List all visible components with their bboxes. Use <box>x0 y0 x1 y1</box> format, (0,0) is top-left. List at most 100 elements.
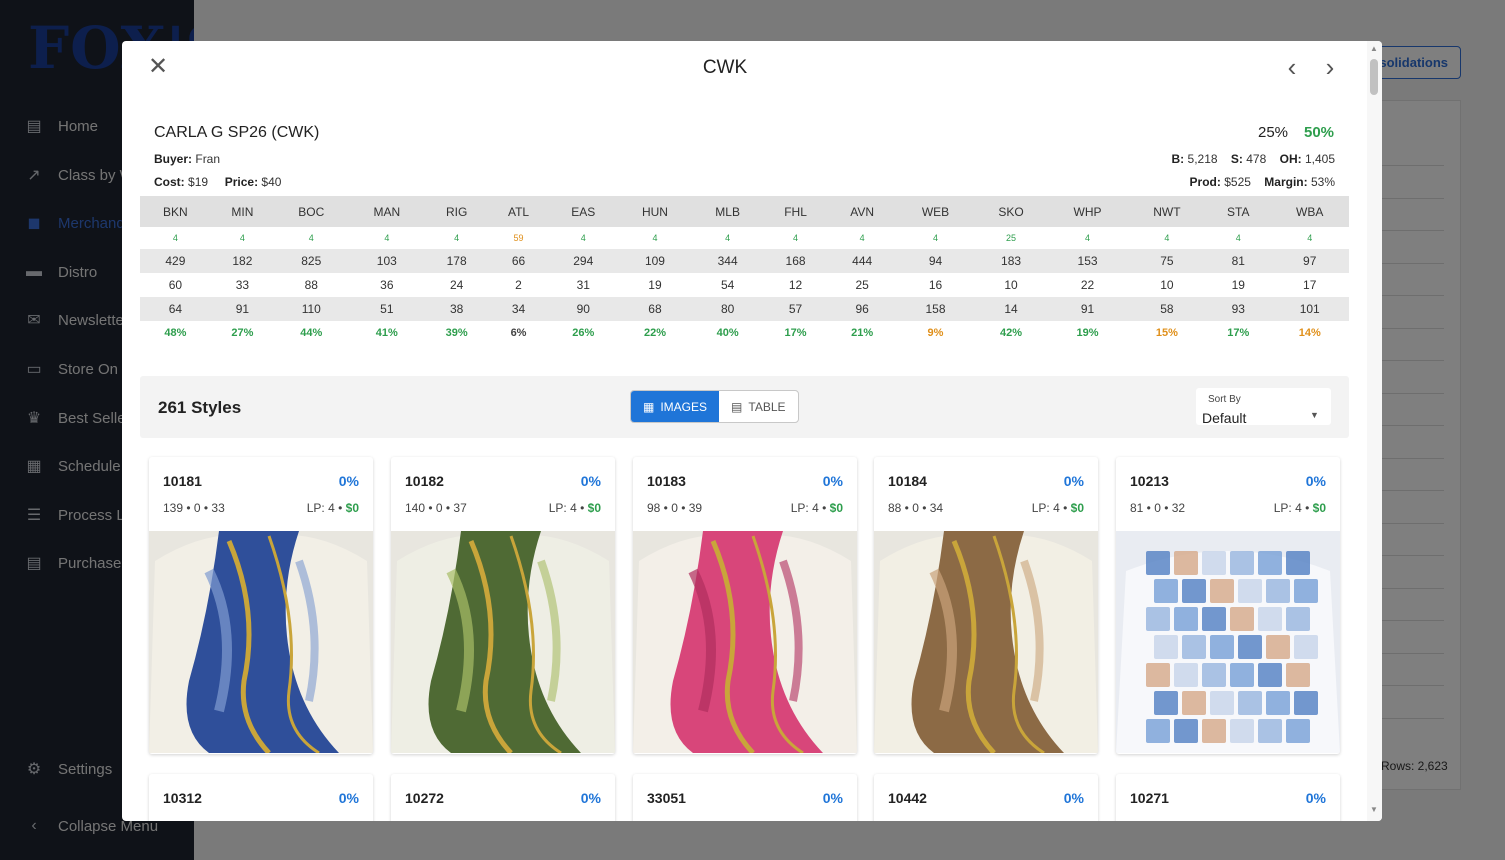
s-label: S: <box>1230 152 1243 166</box>
row3-cell: 91 <box>1047 297 1128 321</box>
headers-cell: BOC <box>273 196 349 227</box>
product-image[interactable] <box>149 531 373 753</box>
style-id: 10184 <box>888 473 927 489</box>
mini-cell: 4 <box>308 233 314 243</box>
lp-price: $0 <box>1070 501 1084 515</box>
headers-cell: WBA <box>1270 196 1349 227</box>
chevron-right-icon[interactable]: › <box>1317 53 1343 83</box>
scrollbar[interactable] <box>1367 41 1382 821</box>
style-id: 10272 <box>405 790 444 806</box>
prod-value: $525 <box>1224 175 1251 189</box>
lp-price: $0 <box>829 501 843 515</box>
headers-cell: NWT <box>1127 196 1207 227</box>
row1-cell: 182 <box>210 249 274 273</box>
style-stats: 139 • 0 • 33 <box>163 501 225 515</box>
row1-cell: 294 <box>548 249 618 273</box>
margin-label: Margin: <box>1264 175 1308 189</box>
row2-cell: 54 <box>692 273 764 297</box>
lp-label: LP: 4 • <box>306 501 343 515</box>
pct-cell: 42% <box>1000 327 1023 339</box>
style-card[interactable]: 10271 0% <box>1116 774 1340 821</box>
row1-cell: 103 <box>348 249 426 273</box>
scroll-down-icon[interactable]: ▼ <box>1369 805 1379 814</box>
pct-cell: 26% <box>572 327 595 339</box>
row2-cell: 36 <box>348 273 426 297</box>
headers-cell: WEB <box>896 196 975 227</box>
style-lp: LP: 4 • $0 <box>1032 501 1084 515</box>
pct-cell: 15% <box>1155 327 1178 339</box>
prod-label: Prod: <box>1189 175 1221 189</box>
row2-cell: 10 <box>1127 273 1207 297</box>
style-pct: 0% <box>1063 790 1084 806</box>
row3-cell: 101 <box>1270 297 1349 321</box>
pct-cell: 48% <box>164 327 187 339</box>
chevron-left-icon[interactable]: ‹ <box>1279 53 1305 83</box>
images-label: IMAGES <box>660 399 708 414</box>
sort-select[interactable]: Sort By Default ▼ <box>1196 388 1331 426</box>
row1-cell: 444 <box>828 249 897 273</box>
pct-cell: 19% <box>1076 327 1099 339</box>
mini-cell: 4 <box>172 233 178 243</box>
style-card[interactable]: 10184 0% 88 • 0 • 34 LP: 4 • $0 <box>874 457 1098 754</box>
style-id: 10312 <box>163 790 202 806</box>
headers-cell: WHP <box>1047 196 1128 227</box>
mini-cell: 4 <box>933 233 939 243</box>
mini-cell: 4 <box>1235 233 1241 243</box>
row2-cell: 31 <box>548 273 618 297</box>
row1-cell: 168 <box>763 249 829 273</box>
style-card[interactable]: 33051 0% <box>633 774 857 821</box>
lp-label: LP: 4 • <box>790 501 827 515</box>
lp-price: $0 <box>587 501 601 515</box>
view-toggle: ▦ IMAGES ▤ TABLE <box>630 390 799 423</box>
product-image[interactable] <box>874 531 1098 753</box>
style-card[interactable]: 10272 0% <box>391 774 615 821</box>
style-pct: 0% <box>822 790 843 806</box>
style-card[interactable]: 10181 0% 139 • 0 • 33 LP: 4 • $0 <box>149 457 373 754</box>
sell-through-pct: 25% <box>1258 124 1289 141</box>
style-card[interactable]: 10182 0% 140 • 0 • 37 LP: 4 • $0 <box>391 457 615 754</box>
product-image[interactable] <box>391 531 615 753</box>
style-id: 10182 <box>405 473 444 489</box>
lp-price: $0 <box>1312 501 1326 515</box>
scroll-up-icon[interactable]: ▲ <box>1369 44 1379 53</box>
style-pct: 0% <box>1063 473 1084 489</box>
product-image[interactable] <box>633 531 857 753</box>
table-view-button[interactable]: ▤ TABLE <box>719 391 797 422</box>
style-card[interactable]: 10183 0% 98 • 0 • 39 LP: 4 • $0 <box>633 457 857 754</box>
row3-cell: 91 <box>210 297 274 321</box>
store-table: BKN MIN BOC MAN RIG ATL EAS HUN MLB FHL AVN WEB SKO W… <box>140 196 1349 345</box>
cost-price-line: Cost: $19 Price: $40 <box>154 175 281 189</box>
row2-cell: 60 <box>140 273 211 297</box>
row3-cell: 80 <box>692 297 764 321</box>
style-card[interactable]: 10312 0% <box>149 774 373 821</box>
scrollbar-thumb[interactable] <box>1370 59 1378 95</box>
style-id: 33051 <box>647 790 686 806</box>
b-label: B: <box>1171 152 1185 166</box>
pct-cell: 27% <box>231 327 254 339</box>
mini-cell: 4 <box>793 233 799 243</box>
oh-label: OH: <box>1279 152 1302 166</box>
row3-cell: 64 <box>140 297 211 321</box>
style-modal: ✕ CWK ‹ › ▲ ▼ CARLA G SP26 (CWK) Buyer: … <box>122 41 1382 821</box>
lp-price: $0 <box>345 501 359 515</box>
pct-cell: 40% <box>716 327 739 339</box>
row3-cell: 158 <box>896 297 975 321</box>
row1-cell: 344 <box>692 249 764 273</box>
buyer-line: Buyer: Fran <box>154 152 220 166</box>
row1-cell: 178 <box>425 249 489 273</box>
headers-cell: MIN <box>210 196 274 227</box>
row3-cell: 51 <box>348 297 426 321</box>
style-card[interactable]: 10442 0% <box>874 774 1098 821</box>
sort-value: Default <box>1202 410 1247 426</box>
style-stats: 140 • 0 • 37 <box>405 501 467 515</box>
product-image[interactable] <box>1116 531 1340 753</box>
style-card[interactable]: 10213 0% 81 • 0 • 32 LP: 4 • $0 <box>1116 457 1340 754</box>
style-lp: LP: 4 • $0 <box>1274 501 1326 515</box>
images-view-button[interactable]: ▦ IMAGES <box>631 391 720 422</box>
row1-cell: 66 <box>488 249 549 273</box>
headers-cell: FHL <box>763 196 829 227</box>
row2-cell: 24 <box>425 273 489 297</box>
style-stats: 81 • 0 • 32 <box>1130 501 1186 515</box>
pct-cell: 22% <box>643 327 666 339</box>
mini-cell: 4 <box>652 233 658 243</box>
